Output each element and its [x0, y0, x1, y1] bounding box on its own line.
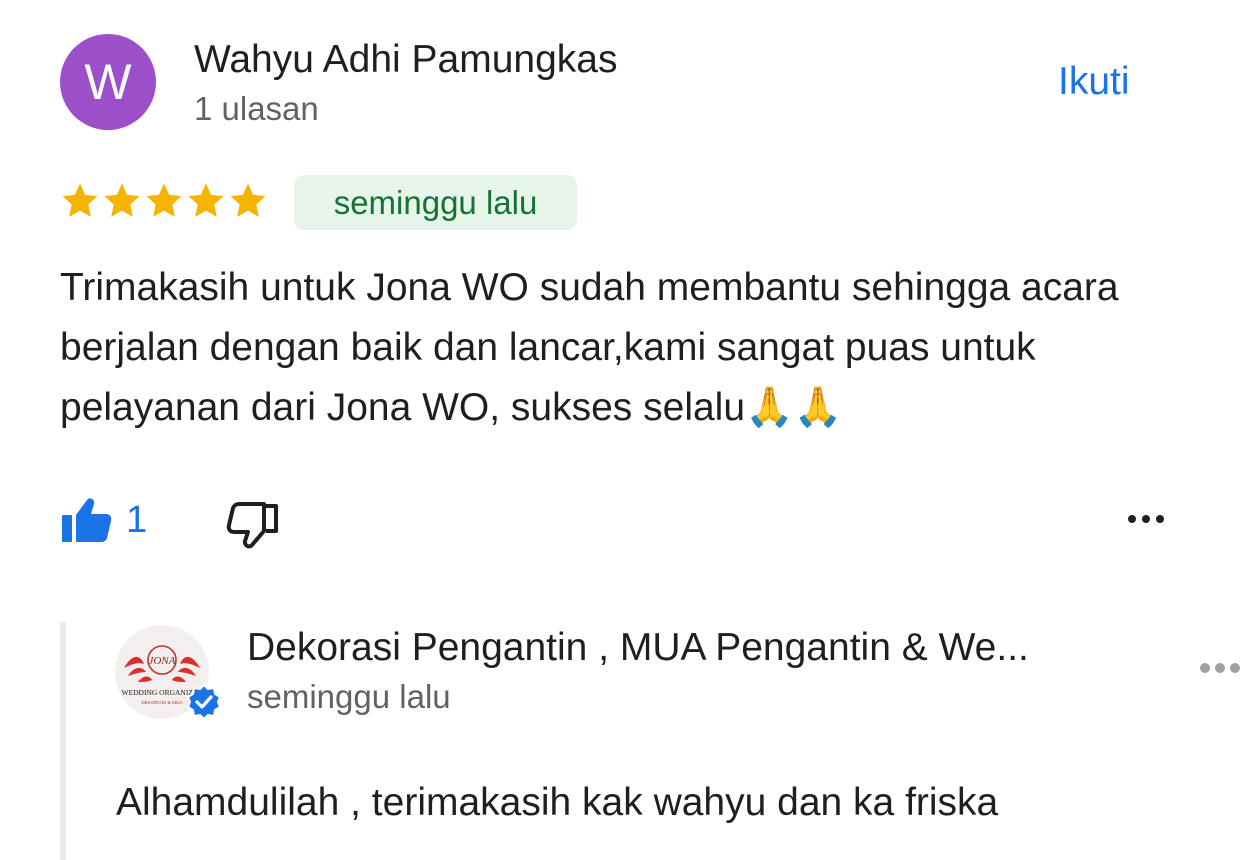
review-more-button[interactable]	[1126, 512, 1166, 531]
logo-line2-text: DEKORASI & MUA	[141, 700, 183, 706]
reviewer-avatar[interactable]: W	[60, 34, 156, 130]
reviewer-review-count: 1 ulasan	[194, 90, 319, 127]
review-card: W Wahyu Adhi Pamungkas 1 ulasan Ikuti se…	[0, 0, 1242, 860]
more-horizontal-icon	[1200, 663, 1240, 673]
like-count: 1	[126, 498, 148, 541]
owner-name[interactable]: Dekorasi Pengantin , MUA Pengantin & We.…	[247, 626, 1127, 670]
logo-brand-text: JONA	[149, 655, 176, 667]
verified-badge-icon	[186, 684, 222, 720]
avatar-letter: W	[84, 54, 132, 110]
star-icon	[188, 183, 224, 217]
owner-reply-more-button[interactable]	[1198, 660, 1242, 681]
star-icon	[230, 183, 266, 217]
dislike-button[interactable]	[226, 498, 280, 555]
star-icon	[146, 183, 182, 217]
star-rating	[60, 181, 268, 221]
thumbs-down-icon	[226, 502, 278, 549]
review-time-badge: seminggu lalu	[294, 175, 577, 230]
star-icon	[104, 183, 140, 217]
follow-button[interactable]: Ikuti	[1058, 60, 1130, 104]
owner-reply-text: Alhamdulilah , terimakasih kak wahyu dan…	[116, 781, 999, 824]
like-button[interactable]: 1	[60, 496, 147, 544]
more-horizontal-icon	[1128, 515, 1164, 523]
star-icon	[62, 183, 98, 217]
reviewer-name[interactable]: Wahyu Adhi Pamungkas	[194, 38, 617, 82]
owner-reply-time: seminggu lalu	[247, 678, 451, 715]
reply-indent-bar	[60, 622, 66, 860]
review-text: Trimakasih untuk Jona WO sudah membantu …	[60, 266, 1119, 429]
thumbs-up-icon	[62, 498, 112, 542]
